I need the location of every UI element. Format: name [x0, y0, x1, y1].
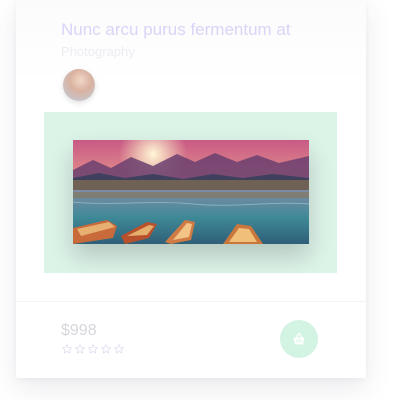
star-outline-icon[interactable]: [100, 343, 112, 355]
star-outline-icon[interactable]: [87, 343, 99, 355]
star-outline-icon[interactable]: [61, 343, 73, 355]
card-divider: [16, 301, 366, 302]
media-panel: [44, 112, 337, 273]
star-outline-icon[interactable]: [74, 343, 86, 355]
product-card: Nunc arcu purus fermentum at Photography: [16, 0, 366, 378]
add-to-cart-button[interactable]: [280, 320, 318, 358]
rating-stars[interactable]: [61, 343, 125, 355]
author-avatar[interactable]: [63, 69, 95, 101]
shopping-basket-icon: [293, 333, 305, 345]
category-label[interactable]: Photography: [61, 44, 135, 59]
price-label: $998: [61, 322, 97, 339]
star-outline-icon[interactable]: [113, 343, 125, 355]
card-title[interactable]: Nunc arcu purus fermentum at: [61, 20, 291, 40]
product-image[interactable]: [73, 140, 309, 244]
